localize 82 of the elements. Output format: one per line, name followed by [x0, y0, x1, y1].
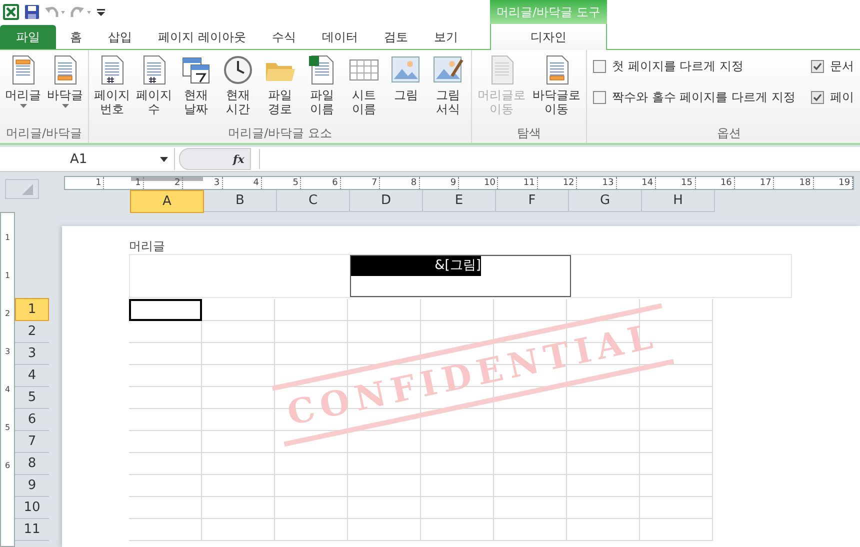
ruler-number: 5: [262, 177, 302, 189]
column-header[interactable]: A: [130, 190, 204, 213]
ribbon-button[interactable]: 현재 날짜: [175, 54, 217, 125]
checkbox[interactable]: [593, 91, 606, 104]
ribbon-group-label: 탐색: [516, 125, 542, 142]
ruler-number: 4: [4, 385, 12, 396]
dropdown-caret-icon: [160, 156, 168, 162]
ribbon-group-label: 머리글/바닥글 요소: [227, 125, 333, 142]
ribbon-tab[interactable]: 삽입: [96, 25, 144, 49]
ruler-number: 13: [577, 177, 617, 189]
ruler-number: 3: [183, 177, 223, 189]
ribbon-tab[interactable]: 수식: [260, 25, 308, 49]
option-checkbox[interactable]: 첫 페이지를 다르게 지정: [593, 58, 811, 75]
checkbox[interactable]: [593, 60, 606, 73]
ribbon-button[interactable]: 바닥글: [44, 54, 86, 125]
column-header[interactable]: C: [277, 190, 350, 212]
ribbon-button[interactable]: 페이지 번호: [91, 54, 133, 125]
ribbon-button[interactable]: 머리글: [2, 54, 44, 125]
ruler-number: 5: [4, 423, 12, 434]
ribbon-tab[interactable]: 홈: [58, 25, 94, 49]
ruler-number: 16: [696, 177, 735, 189]
ruler-number: 18: [774, 177, 814, 189]
ribbon-tab[interactable]: 디자인: [490, 24, 607, 50]
ribbon-group-label: 옵션: [716, 125, 742, 142]
ruler-number: 6: [4, 461, 12, 472]
header-label: 머리글: [129, 238, 166, 254]
ruler-number: 19: [814, 177, 854, 189]
ribbon-tab[interactable]: 파일: [0, 25, 56, 49]
option-checkbox[interactable]: 문서: [811, 58, 860, 75]
ribbon-button[interactable]: 페이지 수: [133, 54, 175, 125]
caret-icon: [20, 104, 26, 108]
ribbon-tab[interactable]: 데이터: [310, 25, 370, 49]
ribbon-button[interactable]: 파일 이름: [301, 54, 343, 125]
ruler-number: 9: [420, 177, 460, 189]
clock-icon: [222, 54, 254, 86]
ruler-number: 3: [4, 347, 12, 358]
ribbon-button[interactable]: 그림: [385, 54, 427, 125]
column-header[interactable]: H: [642, 190, 715, 212]
ruler-number: 8: [380, 177, 420, 189]
ruler-number: 1: [104, 177, 144, 189]
ruler-number: 17: [734, 177, 774, 189]
column-header[interactable]: F: [496, 190, 569, 212]
ribbon-button[interactable]: 현재 시간: [217, 54, 259, 125]
ribbon-button[interactable]: 시트 이름: [343, 54, 385, 125]
header-code-text: &[그림]: [350, 256, 481, 276]
ribbon-tab[interactable]: 보기: [422, 25, 470, 49]
ruler-number: 7: [340, 177, 380, 189]
option-checkbox[interactable]: 짝수와 홀수 페이지를 다르게 지정: [593, 89, 811, 106]
contextual-tab-group-label: 머리글/바닥글 도구: [490, 0, 607, 24]
ruler-number: 2: [4, 309, 12, 320]
ruler-number: 1: [65, 177, 104, 189]
column-header[interactable]: D: [350, 190, 423, 212]
column-header[interactable]: E: [423, 190, 496, 212]
ribbon-tab[interactable]: 검토: [372, 25, 420, 49]
ruler-number: 6: [301, 177, 341, 189]
ribbon-group-label: 머리글/바닥글: [4, 125, 84, 142]
row-header[interactable]: 1: [15, 298, 49, 321]
formula-bar-splitter[interactable]: [179, 148, 251, 170]
ribbon-button[interactable]: 그림 서식: [427, 54, 469, 125]
column-header[interactable]: G: [569, 190, 642, 212]
ruler-number: 12: [538, 177, 578, 189]
ruler-number: 1: [4, 271, 12, 282]
option-checkbox[interactable]: 페이: [811, 89, 860, 106]
ribbon-tab[interactable]: 페이지 레이아웃: [146, 25, 258, 49]
save-icon[interactable]: [24, 4, 40, 20]
ruler-number: 11: [498, 177, 538, 189]
excel-logo-icon[interactable]: [2, 2, 20, 21]
ribbon-button[interactable]: 파일 경로: [259, 54, 301, 125]
ruler-number: 1: [4, 233, 12, 244]
ruler-number: 4: [222, 177, 262, 189]
checkbox[interactable]: [811, 60, 824, 73]
ruler-number: 10: [459, 177, 498, 189]
header-center-section[interactable]: &[그림]: [350, 255, 572, 297]
name-box[interactable]: A1: [0, 148, 175, 170]
column-header[interactable]: B: [204, 190, 277, 212]
ruler-number: 14: [616, 177, 656, 189]
insert-function-button[interactable]: fx: [233, 152, 253, 166]
ribbon-button[interactable]: 바닥글로 이동: [529, 54, 584, 125]
ruler-number: 2: [144, 177, 184, 189]
caret-icon: [62, 104, 68, 108]
ruler-number: 15: [656, 177, 696, 189]
checkbox[interactable]: [811, 91, 824, 104]
